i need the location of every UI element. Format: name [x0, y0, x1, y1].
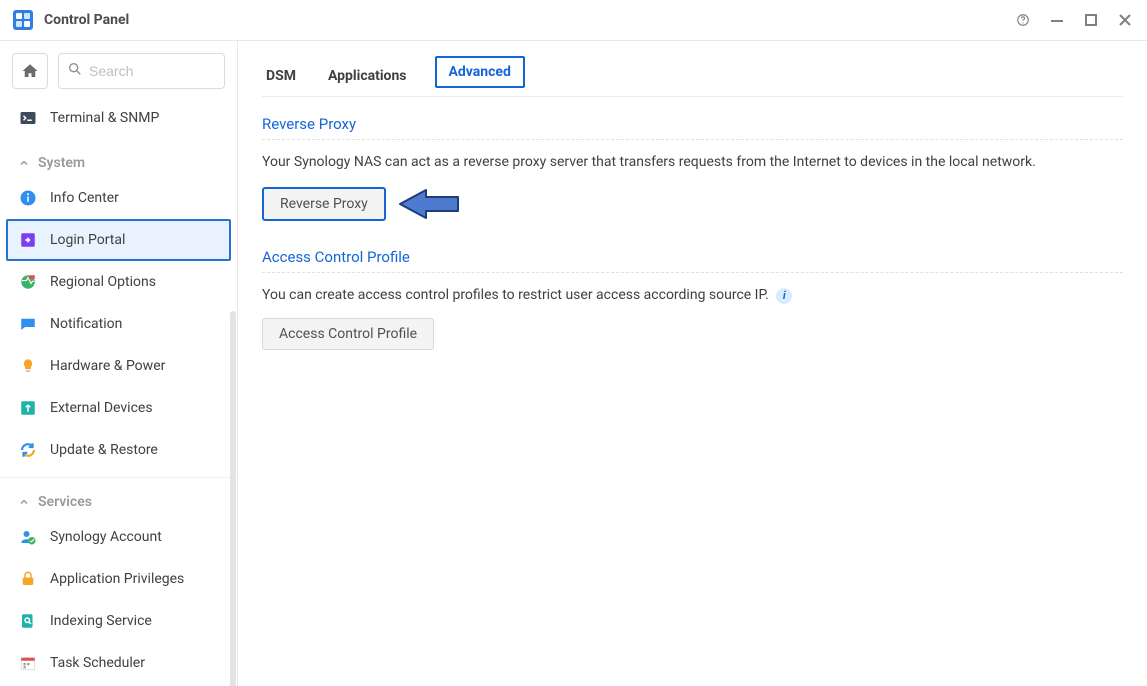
- tabs: DSM Applications Advanced: [262, 41, 1123, 97]
- divider: [262, 272, 1123, 273]
- minimize-button[interactable]: [1049, 12, 1065, 28]
- chevron-up-icon: [18, 496, 30, 508]
- sidebar-item-task-scheduler[interactable]: Task Scheduler: [0, 642, 237, 684]
- section-desc-reverse-proxy: Your Synology NAS can act as a reverse p…: [262, 154, 1123, 170]
- sidebar-item-hardware-power[interactable]: Hardware & Power: [0, 345, 237, 387]
- home-button[interactable]: [12, 53, 48, 89]
- access-control-profile-button[interactable]: Access Control Profile: [262, 318, 434, 350]
- calendar-icon: [18, 653, 38, 673]
- maximize-button[interactable]: [1083, 12, 1099, 28]
- terminal-icon: [18, 108, 38, 128]
- section-title-reverse-proxy: Reverse Proxy: [262, 115, 1123, 133]
- arrow-annotation-icon: [398, 184, 466, 224]
- info-icon: [18, 188, 38, 208]
- sidebar-item-label: Indexing Service: [50, 613, 152, 629]
- lock-icon: [18, 569, 38, 589]
- reverse-proxy-button[interactable]: Reverse Proxy: [262, 187, 386, 221]
- info-icon[interactable]: i: [776, 288, 792, 304]
- search-doc-icon: [18, 611, 38, 631]
- section-desc-access-control: You can create access control profiles t…: [262, 287, 1123, 304]
- window-titlebar: Control Panel: [0, 0, 1147, 41]
- sidebar-item-label: Login Portal: [50, 232, 125, 248]
- login-portal-icon: [18, 230, 38, 250]
- sidebar-item-info-center[interactable]: Info Center: [0, 177, 237, 219]
- user-check-icon: [18, 527, 38, 547]
- sidebar: Terminal & SNMP System Info Center Log: [0, 41, 238, 686]
- search-field-wrap[interactable]: [58, 53, 225, 89]
- sidebar-item-label: Terminal & SNMP: [50, 110, 159, 126]
- tab-applications[interactable]: Applications: [324, 60, 411, 96]
- sidebar-item-login-portal[interactable]: Login Portal: [6, 219, 231, 261]
- sidebar-item-synology-account[interactable]: Synology Account: [0, 516, 237, 558]
- bulb-icon: [18, 356, 38, 376]
- sidebar-item-label: Task Scheduler: [50, 655, 145, 671]
- sidebar-item-application-privileges[interactable]: Application Privileges: [0, 558, 237, 600]
- sidebar-item-notification[interactable]: Notification: [0, 303, 237, 345]
- sidebar-item-label: Info Center: [50, 190, 119, 206]
- close-button[interactable]: [1117, 12, 1133, 28]
- upload-device-icon: [18, 398, 38, 418]
- tab-advanced[interactable]: Advanced: [435, 56, 525, 88]
- sidebar-item-label: Application Privileges: [50, 571, 184, 587]
- sidebar-group-label: Services: [38, 494, 92, 510]
- sidebar-item-external-devices[interactable]: External Devices: [0, 387, 237, 429]
- main-panel: DSM Applications Advanced Reverse Proxy …: [238, 41, 1147, 686]
- search-input[interactable]: [89, 63, 216, 79]
- app-icon: [12, 9, 34, 31]
- chevron-up-icon: [18, 157, 30, 169]
- sidebar-group-label: System: [38, 155, 85, 171]
- sidebar-group-services[interactable]: Services: [0, 477, 237, 516]
- sidebar-item-label: Synology Account: [50, 529, 162, 545]
- refresh-icon: [18, 440, 38, 460]
- sidebar-group-system[interactable]: System: [0, 139, 237, 177]
- divider: [262, 139, 1123, 140]
- section-desc-text: You can create access control profiles t…: [262, 287, 769, 303]
- sidebar-item-regional-options[interactable]: Regional Options: [0, 261, 237, 303]
- sidebar-item-label: Hardware & Power: [50, 358, 165, 374]
- search-icon: [67, 61, 83, 81]
- sidebar-item-label: External Devices: [50, 400, 153, 416]
- help-button[interactable]: [1015, 12, 1031, 28]
- sidebar-item-label: Update & Restore: [50, 442, 158, 458]
- sidebar-item-update-restore[interactable]: Update & Restore: [0, 429, 237, 471]
- window-title: Control Panel: [44, 12, 1015, 28]
- tab-dsm[interactable]: DSM: [262, 60, 300, 96]
- globe-icon: [18, 272, 38, 292]
- sidebar-item-indexing-service[interactable]: Indexing Service: [0, 600, 237, 642]
- chat-icon: [18, 314, 38, 334]
- sidebar-item-label: Notification: [50, 316, 122, 332]
- sidebar-item-label: Regional Options: [50, 274, 156, 290]
- sidebar-item-terminal-snmp[interactable]: Terminal & SNMP: [0, 97, 237, 139]
- section-title-access-control: Access Control Profile: [262, 248, 1123, 266]
- sidebar-scrollbar[interactable]: [230, 311, 236, 686]
